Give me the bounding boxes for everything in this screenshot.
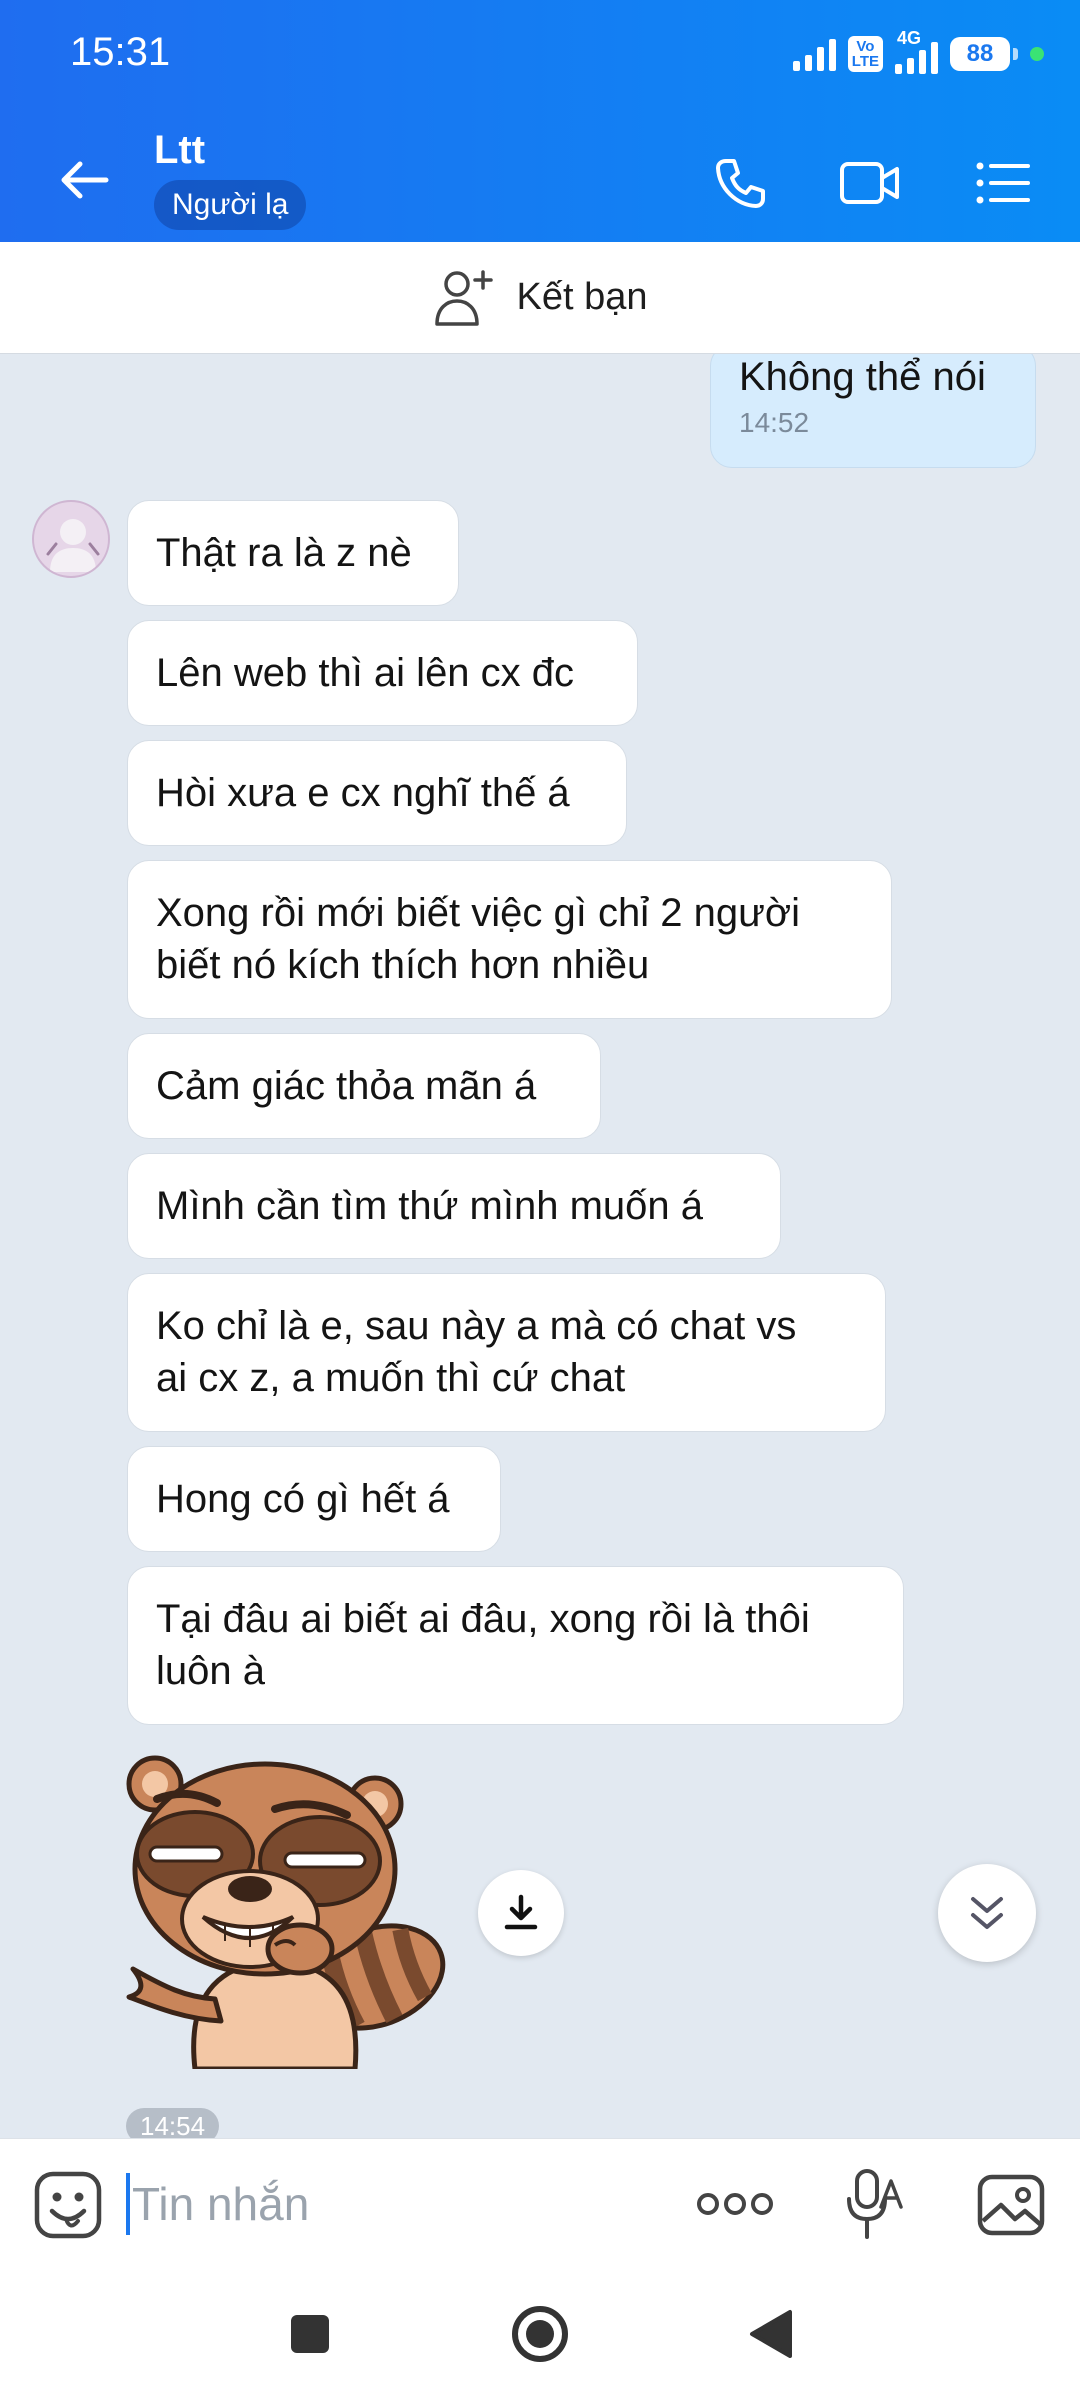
options-menu-button[interactable]: [968, 148, 1038, 218]
network-type-label: 4G: [897, 28, 922, 48]
home-circle-icon: [512, 2306, 568, 2362]
message-text: Lên web thì ai lên cx đc: [156, 651, 575, 695]
double-chevron-down-icon: [971, 1897, 1003, 1929]
notification-dot: [1030, 47, 1044, 61]
received-message[interactable]: Lên web thì ai lên cx đc: [127, 620, 638, 726]
message-text: Xong rồi mới biết việc gì chỉ 2 người bi…: [156, 891, 800, 987]
system-navigation-bar: [0, 2268, 1080, 2400]
sticker-time: 14:54: [126, 2108, 220, 2138]
contact-name[interactable]: Ltt: [154, 128, 205, 173]
more-options-button[interactable]: [695, 2179, 775, 2229]
download-button[interactable]: [478, 1870, 564, 1956]
signal-icon: [792, 37, 836, 71]
message-text: Hong có gì hết á: [156, 1477, 450, 1521]
phone-icon: [716, 159, 765, 208]
add-friend-label: Kết bạn: [516, 276, 648, 318]
message-text: Không thể nói: [739, 355, 986, 399]
message-text: Mình cần tìm thứ mình muốn á: [156, 1184, 704, 1228]
video-camera-icon: [840, 162, 899, 204]
message-input[interactable]: [132, 2167, 652, 2241]
received-message[interactable]: Hong có gì hết á: [127, 1446, 501, 1552]
more-dots-icon: [697, 2193, 773, 2215]
received-message[interactable]: Xong rồi mới biết việc gì chỉ 2 người bi…: [127, 860, 892, 1019]
list-menu-icon: [976, 162, 1030, 204]
message-list[interactable]: Không thể nói 14:52 Thật ra là z nè Lên …: [0, 354, 1080, 2138]
message-text: Thật ra là z nè: [156, 531, 412, 575]
status-icons: Vo LTE 4G 88: [792, 28, 1044, 74]
add-friend-button[interactable]: Kết bạn: [0, 242, 1080, 354]
scroll-to-bottom-button[interactable]: [938, 1864, 1036, 1962]
sent-message[interactable]: Không thể nói 14:52: [710, 354, 1036, 468]
message-time: 14:52: [739, 407, 810, 438]
back-button[interactable]: [738, 2302, 802, 2366]
received-message[interactable]: Hòi xưa e cx nghĩ thế á: [127, 740, 627, 846]
add-person-icon: [434, 269, 493, 326]
status-time: 15:31: [70, 30, 171, 74]
network-4g-icon: 4G: [895, 28, 938, 74]
recents-button[interactable]: [278, 2302, 342, 2366]
volte-icon: Vo LTE: [847, 36, 883, 72]
square-icon: [291, 2315, 329, 2353]
image-icon: [977, 2174, 1045, 2236]
video-call-button[interactable]: [835, 148, 905, 218]
message-text: Cảm giác thỏa mãn á: [156, 1064, 537, 1108]
received-message[interactable]: Ko chỉ là e, sau này a mà có chat vs ai …: [127, 1273, 886, 1432]
battery-indicator: 88: [950, 37, 1018, 71]
call-button[interactable]: [705, 148, 775, 218]
download-icon: [504, 1894, 538, 1930]
received-message[interactable]: Mình cần tìm thứ mình muốn á: [127, 1153, 781, 1259]
emoji-icon: [34, 2171, 102, 2239]
received-message[interactable]: Tại đâu ai biết ai đâu, xong rồi là thôi…: [127, 1566, 904, 1725]
voice-to-text-icon: [847, 2169, 903, 2239]
text-caret: [126, 2173, 130, 2235]
message-composer: [0, 2138, 1080, 2268]
received-message[interactable]: Cảm giác thỏa mãn á: [127, 1033, 601, 1139]
voice-to-text-button[interactable]: [845, 2167, 905, 2243]
message-text: Hòi xưa e cx nghĩ thế á: [156, 771, 570, 815]
send-image-button[interactable]: [975, 2169, 1047, 2241]
message-text: Tại đâu ai biết ai đâu, xong rồi là thôi…: [156, 1597, 810, 1693]
message-text: Ko chỉ là e, sau này a mà có chat vs ai …: [156, 1304, 797, 1400]
chat-header: 15:31 Vo LTE 4G 88 Ltt Người lạ: [0, 0, 1080, 242]
back-arrow-icon[interactable]: [54, 150, 114, 210]
triangle-back-icon: [750, 2310, 792, 2358]
home-button[interactable]: [508, 2302, 572, 2366]
emoji-button[interactable]: [32, 2169, 104, 2241]
received-message[interactable]: Thật ra là z nè: [127, 500, 459, 606]
status-bar: 15:31 Vo LTE 4G 88: [0, 0, 1080, 110]
stranger-badge: Người lạ: [154, 180, 307, 230]
avatar[interactable]: [32, 500, 110, 578]
raccoon-sticker[interactable]: [125, 1749, 470, 2072]
